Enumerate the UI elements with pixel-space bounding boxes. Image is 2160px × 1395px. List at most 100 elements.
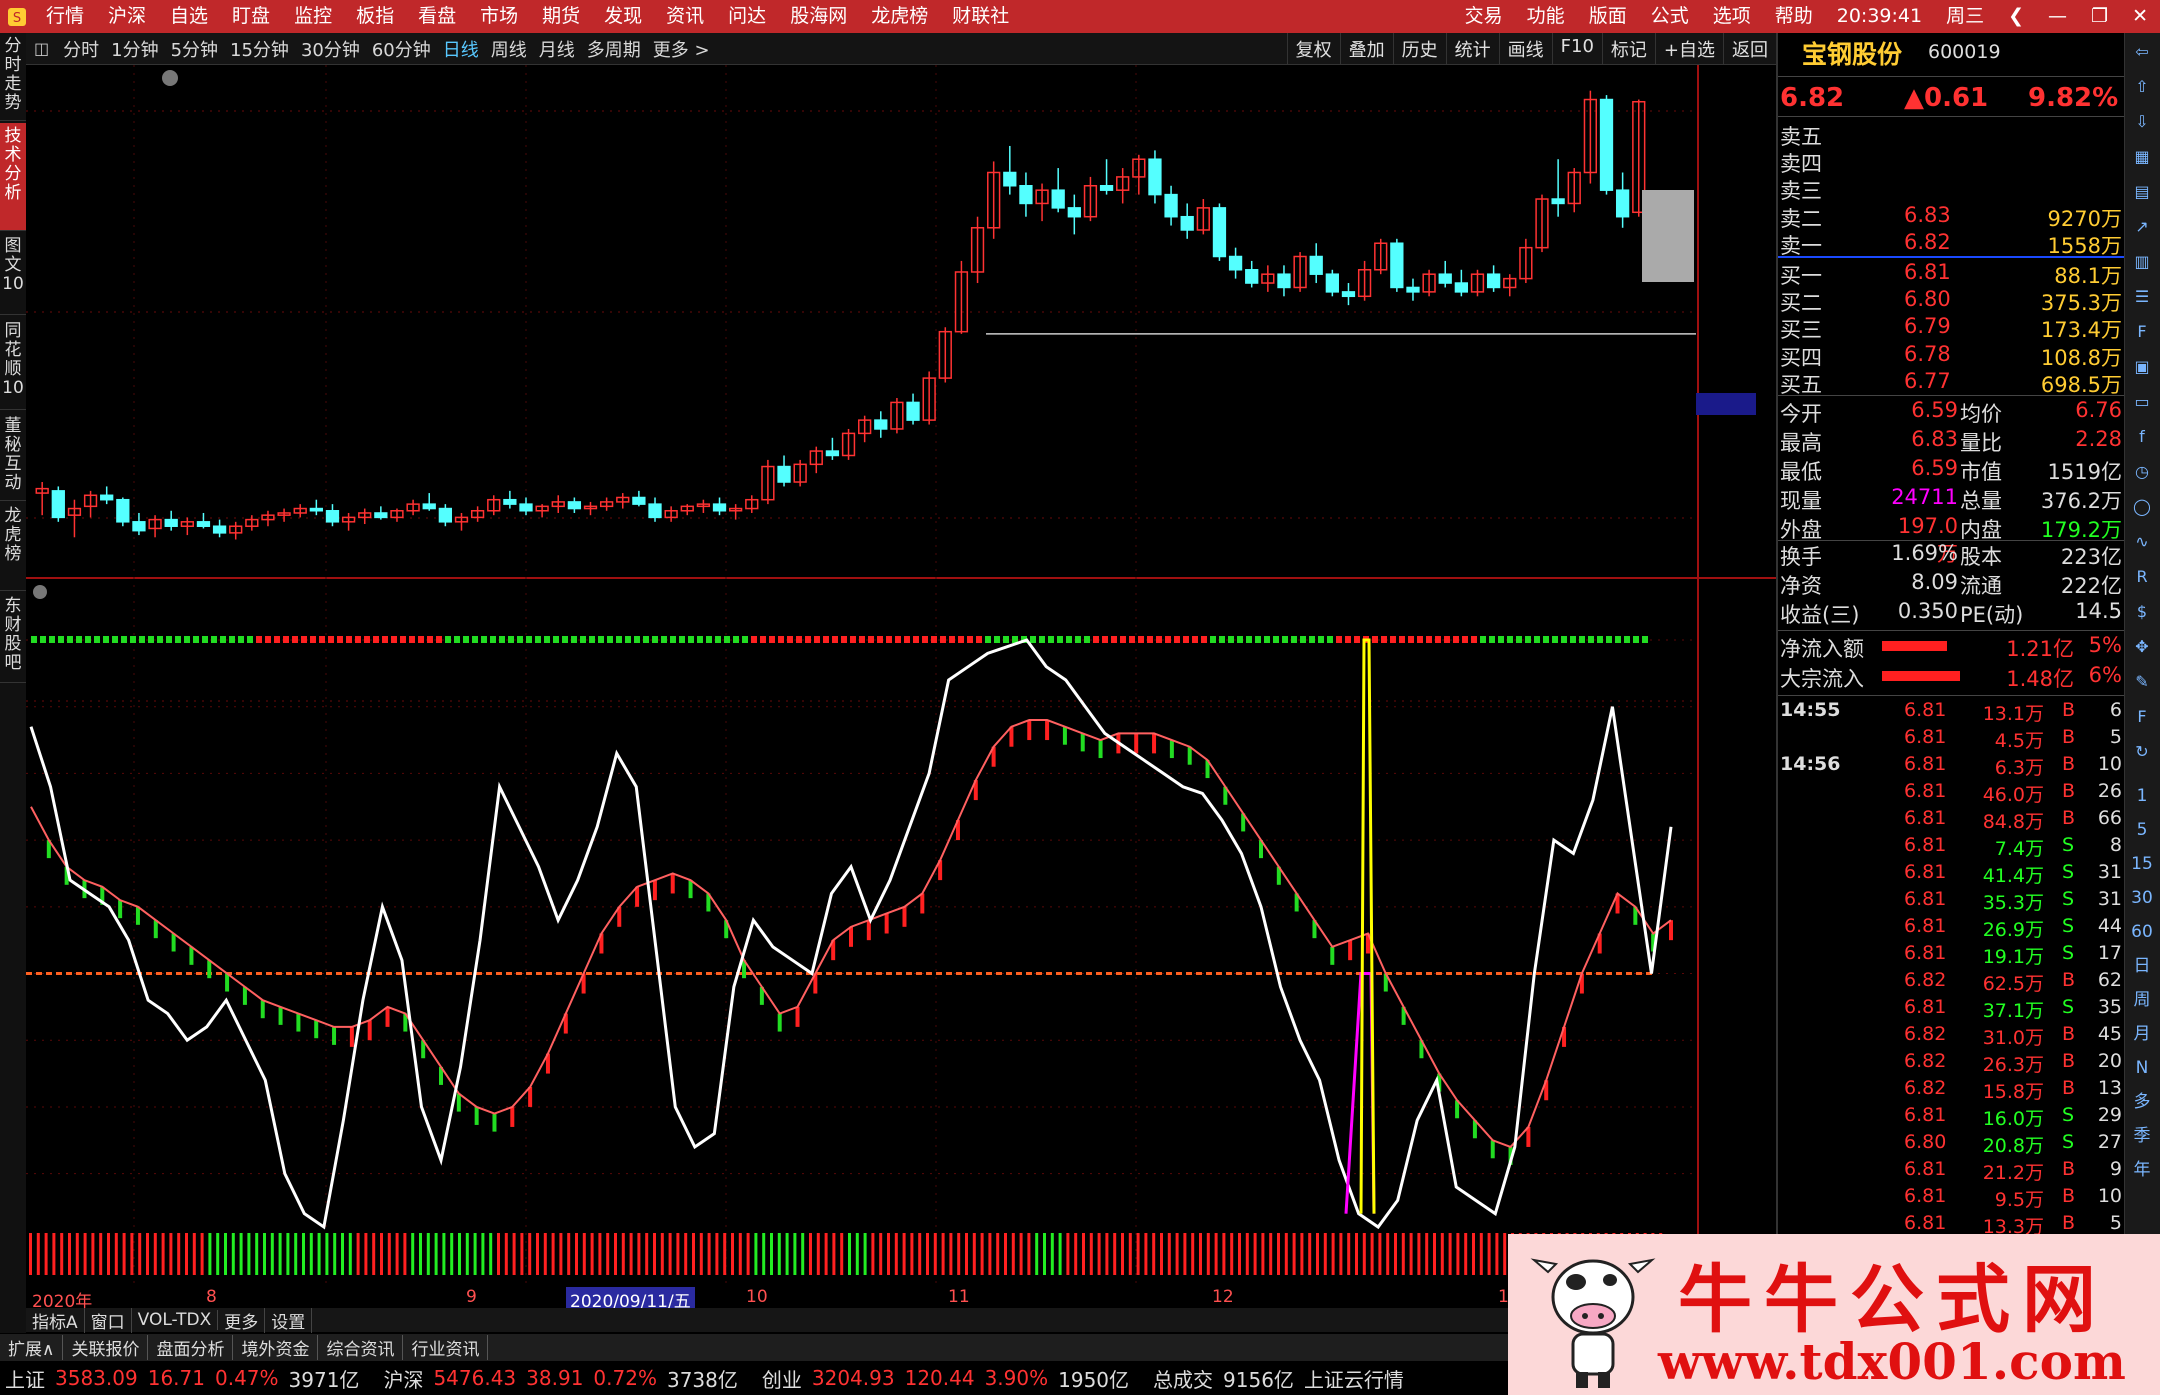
period-shortcut[interactable]: 60 — [2129, 919, 2155, 945]
extension-tab[interactable]: 关联报价 — [63, 1335, 149, 1360]
left-tab[interactable]: 董秘互动 — [0, 413, 26, 501]
minimize-icon[interactable]: — — [2036, 0, 2079, 33]
arrow-up-icon[interactable]: ⇧ — [2129, 74, 2155, 100]
pencil-icon[interactable]: ✎ — [2129, 669, 2155, 695]
period-tab[interactable]: 30分钟 — [295, 36, 366, 62]
period-tab[interactable]: 5分钟 — [165, 36, 224, 62]
circle-icon[interactable]: ◯ — [2129, 494, 2155, 520]
chart-tool-button[interactable]: 历史 — [1392, 33, 1446, 64]
menu-item[interactable]: 盯盘 — [220, 0, 282, 33]
order-book-row[interactable]: 卖五 — [1778, 121, 2124, 149]
period-tab[interactable]: 月线 — [533, 36, 581, 62]
menu-item[interactable]: 发现 — [592, 0, 654, 33]
order-book-row[interactable]: 买五 6.77 698.5万 — [1778, 369, 2124, 397]
move-icon[interactable]: ✥ — [2129, 634, 2155, 660]
rsi-icon[interactable]: R — [2129, 564, 2155, 590]
fiz-icon[interactable]: f — [2129, 424, 2155, 450]
indicator-tab[interactable]: 设置 — [265, 1307, 313, 1333]
fs-icon[interactable]: F — [2129, 704, 2155, 730]
left-tab[interactable]: 龙虎榜 — [0, 503, 26, 591]
promo-banner[interactable]: 牛牛公式网 www.tdx001.com — [1508, 1234, 2160, 1395]
period-shortcut[interactable]: 季 — [2129, 1123, 2155, 1149]
left-tab[interactable]: 分时走势 — [0, 33, 26, 121]
period-tab[interactable]: 15分钟 — [224, 36, 295, 62]
grid-icon[interactable]: ▦ — [2129, 144, 2155, 170]
period-shortcut[interactable]: 1 — [2129, 783, 2155, 809]
menu-item[interactable]: 自选 — [158, 0, 220, 33]
order-book-row[interactable]: 买二 6.80 375.3万 — [1778, 287, 2124, 315]
f10-icon[interactable]: F — [2129, 319, 2155, 345]
indicator-tab[interactable]: VOL-TDX — [132, 1310, 219, 1330]
order-book-row[interactable]: 买四 6.78 108.8万 — [1778, 342, 2124, 370]
refresh-icon[interactable]: ↻ — [2129, 739, 2155, 765]
back-icon[interactable]: ❮ — [1996, 0, 2036, 33]
restore-icon[interactable]: ❐ — [2079, 0, 2120, 33]
extension-tab[interactable]: 行业资讯 — [403, 1335, 489, 1360]
menu-item[interactable]: 监控 — [282, 0, 344, 33]
period-tab[interactable]: 分时 — [57, 36, 105, 62]
list-icon[interactable]: ☰ — [2129, 284, 2155, 310]
chart-tool-button[interactable]: F10 — [1551, 33, 1602, 64]
menu-item[interactable]: 行情 — [34, 0, 96, 33]
menu-item[interactable]: 期货 — [530, 0, 592, 33]
period-shortcut[interactable]: 月 — [2129, 1021, 2155, 1047]
order-book-row[interactable]: 买三 6.79 173.4万 — [1778, 314, 2124, 342]
menu-right-item[interactable]: 帮助 — [1763, 0, 1825, 33]
left-tab[interactable]: 图文10 — [0, 233, 26, 315]
menu-item[interactable]: 看盘 — [406, 0, 468, 33]
wave-icon[interactable]: ∿ — [2129, 529, 2155, 555]
chart-tool-button[interactable]: 返回 — [1723, 33, 1776, 64]
left-tab[interactable]: 东财股吧 — [0, 593, 26, 683]
period-shortcut[interactable]: N — [2129, 1055, 2155, 1081]
menu-item[interactable]: 股海网 — [778, 0, 859, 33]
chart-tool-button[interactable]: 标记 — [1601, 33, 1655, 64]
menu-item[interactable]: 资讯 — [654, 0, 716, 33]
order-book-row[interactable]: 买一 6.81 88.1万 — [1778, 260, 2124, 288]
chart-tool-button[interactable]: 叠加 — [1339, 33, 1393, 64]
order-book-row[interactable]: 卖四 — [1778, 148, 2124, 176]
left-tab[interactable]: 技术分析 — [0, 123, 26, 231]
line-chart-icon[interactable]: ↗ — [2129, 214, 2155, 240]
period-tab[interactable]: 日线 — [437, 36, 485, 62]
indicator-tab[interactable]: 窗口 — [85, 1307, 132, 1333]
period-tab[interactable]: 1分钟 — [105, 36, 164, 62]
close-icon[interactable]: ✕ — [2120, 0, 2160, 33]
period-tab[interactable]: 更多 > — [647, 36, 716, 62]
menu-item[interactable]: 龙虎榜 — [859, 0, 940, 33]
menu-right-item[interactable]: 版面 — [1577, 0, 1639, 33]
arrow-down-icon[interactable]: ⇩ — [2129, 109, 2155, 135]
chart-tool-button[interactable]: +自选 — [1654, 33, 1723, 64]
chart-tool-button[interactable]: 统计 — [1445, 33, 1499, 64]
menu-right-item[interactable]: 交易 — [1453, 0, 1515, 33]
doc-icon[interactable]: ▭ — [2129, 389, 2155, 415]
extension-tab[interactable]: 境外资金 — [233, 1335, 319, 1360]
period-tab[interactable]: 60分钟 — [366, 36, 437, 62]
order-book-row[interactable]: 卖一 6.82 1558万 — [1778, 230, 2124, 258]
order-book-row[interactable]: 卖二 6.83 9270万 — [1778, 203, 2124, 231]
period-shortcut[interactable]: 15 — [2129, 851, 2155, 877]
kline-chart[interactable] — [26, 65, 1776, 1286]
menu-item[interactable]: 财联社 — [940, 0, 1021, 33]
period-shortcut[interactable]: 日 — [2129, 953, 2155, 979]
chart-tool-button[interactable]: 复权 — [1286, 33, 1340, 64]
index-name[interactable]: 创业 — [757, 1364, 807, 1393]
period-tab[interactable]: 周线 — [485, 36, 533, 62]
menu-right-item[interactable]: 选项 — [1701, 0, 1763, 33]
menu-item[interactable]: 问达 — [716, 0, 778, 33]
candle-icon[interactable]: ▥ — [2129, 249, 2155, 275]
period-shortcut[interactable]: 周 — [2129, 987, 2155, 1013]
period-shortcut[interactable]: 5 — [2129, 817, 2155, 843]
index-name[interactable]: 沪深 — [378, 1364, 428, 1393]
left-tab[interactable]: 同花顺10 — [0, 318, 26, 410]
period-tab[interactable]: 多周期 — [581, 36, 647, 62]
menu-item[interactable]: 板指 — [344, 0, 406, 33]
period-shortcut[interactable]: 多 — [2129, 1089, 2155, 1115]
period-shortcut[interactable]: 年 — [2129, 1157, 2155, 1183]
arrow-left-icon[interactable]: ⇦ — [2129, 39, 2155, 65]
indicator-tab[interactable]: 指标A — [26, 1307, 85, 1333]
app-logo-icon[interactable]: S — [0, 0, 34, 33]
menu-item[interactable]: 市场 — [468, 0, 530, 33]
clock-icon[interactable]: ◷ — [2129, 459, 2155, 485]
image-icon[interactable]: ▣ — [2129, 354, 2155, 380]
dollar-icon[interactable]: $ — [2129, 599, 2155, 625]
